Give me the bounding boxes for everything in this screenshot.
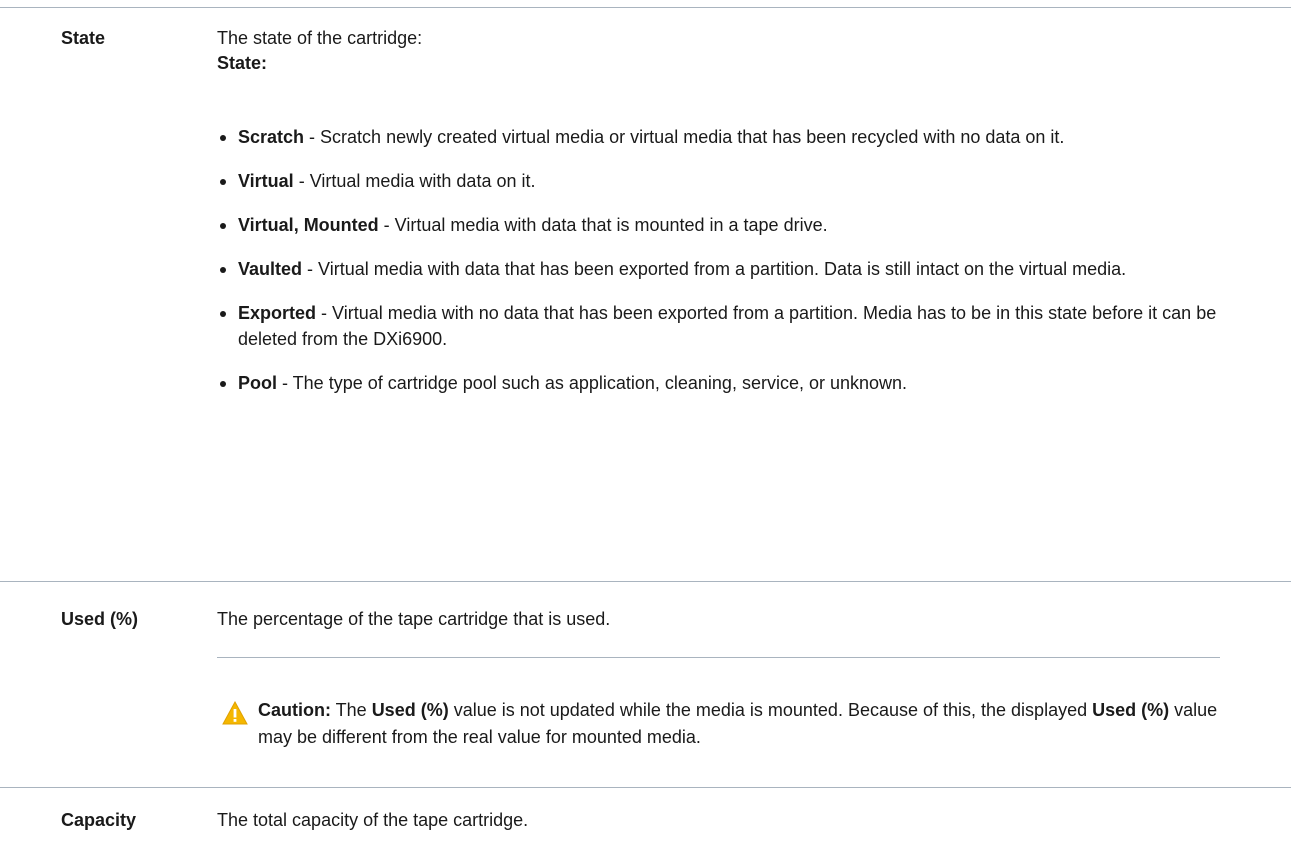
state-description: The state of the cartridge: bbox=[217, 28, 423, 48]
caution-top-rule bbox=[217, 657, 1220, 658]
state-item-exported: Exported - Virtual media with no data th… bbox=[217, 300, 1217, 352]
state-item-text: Virtual media with data on it. bbox=[309, 171, 536, 191]
state-item-text: The type of cartridge pool such as appli… bbox=[292, 373, 908, 393]
state-item-virtual: Virtual - Virtual media with data on it. bbox=[217, 168, 1217, 194]
table-top-border bbox=[0, 7, 1291, 8]
caution-note: Caution: The Used (%) value is not updat… bbox=[258, 697, 1218, 751]
state-item-separator: - bbox=[277, 373, 293, 393]
used-term: Used (%) bbox=[61, 609, 139, 629]
state-item-name: Scratch bbox=[238, 127, 305, 147]
state-item-vaulted: Vaulted - Virtual media with data that h… bbox=[217, 256, 1217, 282]
caution-text-part: The bbox=[330, 700, 372, 720]
used-description: The percentage of the tape cartridge tha… bbox=[217, 609, 611, 629]
state-item-separator: - bbox=[304, 127, 321, 147]
state-item-separator: - bbox=[316, 303, 333, 323]
state-item-scratch: Scratch - Scratch newly created virtual … bbox=[217, 124, 1217, 150]
state-item-text: Scratch newly created virtual media or v… bbox=[320, 127, 1065, 147]
state-item-text: Virtual media with data that has been ex… bbox=[318, 259, 1127, 279]
row-divider bbox=[0, 581, 1291, 582]
warning-triangle-icon bbox=[222, 701, 248, 725]
state-item-name: Vaulted bbox=[238, 259, 303, 279]
bullet-icon bbox=[220, 135, 226, 141]
capacity-description: The total capacity of the tape cartridge… bbox=[217, 810, 529, 830]
state-list: Scratch - Scratch newly created virtual … bbox=[217, 124, 1217, 414]
bullet-icon bbox=[220, 311, 226, 317]
row-divider bbox=[0, 787, 1291, 788]
bullet-icon bbox=[220, 223, 226, 229]
state-item-separator: - bbox=[293, 171, 310, 191]
state-subheading: State: bbox=[217, 53, 268, 73]
caution-label: Caution: bbox=[258, 700, 331, 720]
state-item-name: Pool bbox=[238, 373, 277, 393]
capacity-term: Capacity bbox=[61, 810, 137, 830]
caution-used-term: Used (%) bbox=[1092, 700, 1170, 720]
state-item-pool: Pool - The type of cartridge pool such a… bbox=[217, 370, 1217, 396]
state-item-separator: - bbox=[302, 259, 319, 279]
state-item-virtual-mounted: Virtual, Mounted - Virtual media with da… bbox=[217, 212, 1217, 238]
bullet-icon bbox=[220, 179, 226, 185]
bullet-icon bbox=[220, 381, 226, 387]
caution-used-term: Used (%) bbox=[371, 700, 449, 720]
state-item-text: Virtual media with data that is mounted … bbox=[394, 215, 828, 235]
caution-text-part: value is not updated while the media is … bbox=[448, 700, 1093, 720]
bullet-icon bbox=[220, 267, 226, 273]
state-item-separator: - bbox=[378, 215, 395, 235]
state-item-name: Virtual, Mounted bbox=[238, 215, 379, 235]
state-item-name: Exported bbox=[238, 303, 317, 323]
state-term: State bbox=[61, 28, 106, 48]
state-item-name: Virtual bbox=[238, 171, 294, 191]
state-item-text: Virtual media with no data that has been… bbox=[238, 303, 1217, 349]
